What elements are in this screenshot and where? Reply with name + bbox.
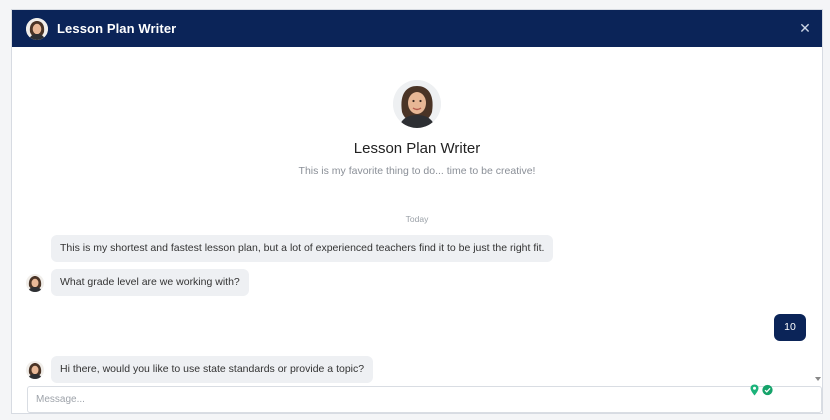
bot-profile: Lesson Plan Writer This is my favorite t…: [12, 80, 822, 177]
composer-icons: [749, 384, 773, 396]
grammar-check-icon[interactable]: [762, 384, 773, 396]
bot-message-avatar: [26, 274, 44, 292]
day-separator: Today: [405, 214, 429, 224]
chat-header: Lesson Plan Writer ✕: [12, 10, 822, 47]
bot-message: This is my shortest and fastest lesson p…: [51, 235, 554, 262]
bot-message: Hi there, would you like to use state st…: [51, 356, 374, 383]
bot-tagline: This is my favorite thing to do... time …: [298, 165, 536, 177]
location-pin-icon[interactable]: [749, 384, 760, 396]
close-icon[interactable]: ✕: [796, 19, 814, 37]
message-scrollbar[interactable]: [815, 48, 821, 383]
bot-message: What grade level are we working with?: [51, 269, 249, 296]
message-input[interactable]: [28, 387, 744, 412]
scroll-down-arrow-icon[interactable]: [815, 377, 821, 381]
window-title: Lesson Plan Writer: [57, 21, 177, 36]
message-composer: [27, 384, 822, 413]
chat-window: Lesson Plan Writer ✕ Lesson Plan Writer …: [11, 9, 823, 414]
bot-avatar: [393, 80, 441, 128]
bot-message-avatar: [26, 361, 44, 379]
header-avatar: [26, 17, 48, 40]
user-message: 10: [774, 314, 806, 341]
bot-name: Lesson Plan Writer: [353, 140, 481, 157]
